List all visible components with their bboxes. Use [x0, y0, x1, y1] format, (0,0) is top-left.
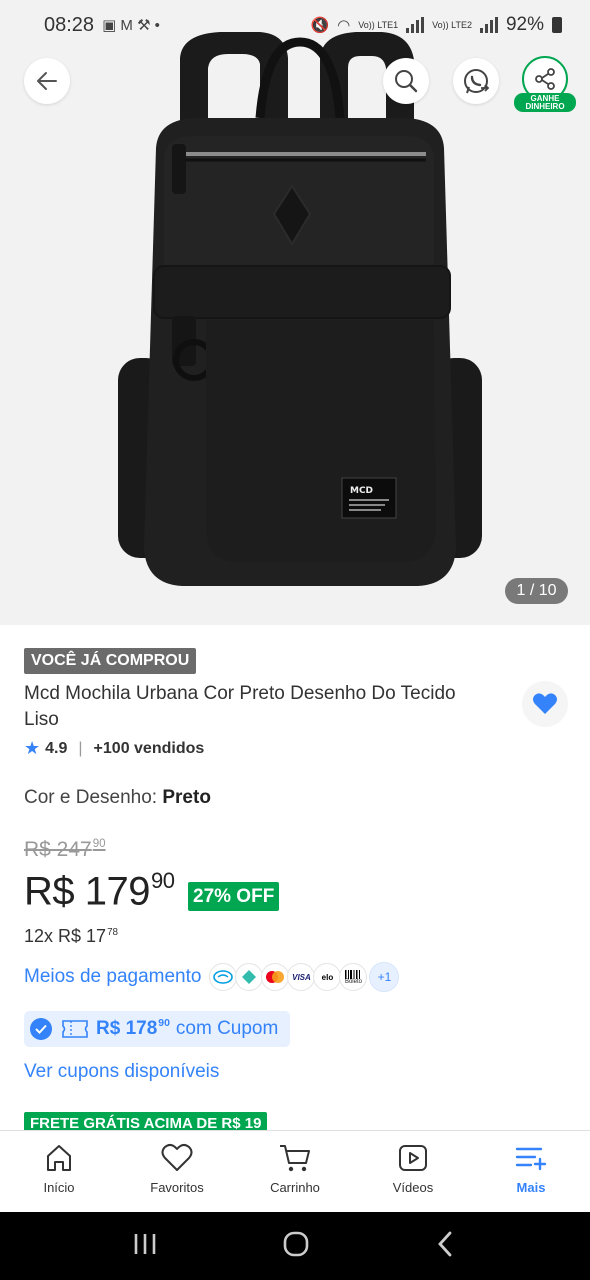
cart-icon	[280, 1145, 310, 1172]
coupon-price: R$ 17890	[96, 1018, 170, 1040]
variant-label: Cor e Desenho:	[24, 787, 163, 808]
image-counter: 1 / 10	[505, 578, 568, 604]
notification-icons: ▣ M ⚒ •	[102, 17, 160, 34]
price-value: R$ 179	[24, 869, 150, 914]
original-price: R$ 24790	[24, 838, 106, 862]
coupon-text: com Cupom	[175, 1018, 279, 1039]
nav-home-label: Início	[43, 1180, 75, 1195]
variant-selector[interactable]: Cor e Desenho: Preto	[24, 787, 211, 809]
brand-logo-text: MCD	[350, 486, 373, 496]
system-navigation-bar	[0, 1212, 590, 1280]
check-circle-icon	[30, 1018, 52, 1040]
nav-favorites[interactable]: Favoritos	[118, 1131, 236, 1212]
nav-videos-label: Vídeos	[392, 1180, 434, 1195]
search-button[interactable]	[383, 58, 429, 104]
battery-icon	[552, 17, 562, 33]
star-icon: ★	[24, 738, 41, 758]
arrow-left-icon	[37, 72, 57, 90]
menu-plus-icon	[515, 1147, 547, 1171]
product-gallery[interactable]: MCD 08:28 ▣ M ⚒ • 🔇 ◠ Vo)) LTE1 Vo)) LTE…	[0, 0, 590, 625]
nav-home[interactable]: Início	[0, 1131, 118, 1212]
search-icon	[395, 70, 418, 93]
original-price-value: R$ 247	[24, 838, 92, 861]
divider: |	[78, 739, 83, 757]
more-payment-methods[interactable]: +1	[369, 962, 400, 992]
original-price-cents: 90	[92, 838, 106, 851]
favorite-button[interactable]	[522, 681, 568, 727]
nav-more-label: Mais	[516, 1180, 546, 1195]
network-1-label: Vo)) LTE1	[358, 19, 399, 30]
whatsapp-share-button[interactable]	[453, 58, 499, 104]
nav-more[interactable]: Mais	[472, 1131, 590, 1212]
video-icon	[399, 1145, 427, 1171]
installments-cents: 78	[107, 926, 119, 938]
mute-icon: 🔇	[310, 17, 330, 34]
price-cents: 90	[150, 868, 175, 893]
bottom-navigation: Início Favoritos Carrinho Vídeos Mais	[0, 1130, 590, 1212]
pix-icon	[235, 963, 264, 991]
whatsapp-icon	[464, 68, 490, 94]
product-title: Mcd Mochila Urbana Cor Preto Desenho Do …	[24, 683, 456, 730]
see-coupons-link[interactable]: Ver cupons disponíveis	[24, 1061, 219, 1083]
signal-1-icon	[406, 17, 425, 33]
elo-icon: elo	[313, 963, 342, 991]
earn-money-badge: GANHE DINHEIRO	[514, 93, 576, 112]
ticket-icon	[62, 1020, 88, 1038]
network-2-label: Vo)) LTE2	[432, 19, 472, 30]
mercado-pago-icon	[209, 963, 238, 991]
purchased-tag: VOCÊ JÁ COMPROU	[24, 648, 197, 674]
sold-count: +100 vendidos	[93, 739, 205, 757]
rating-row[interactable]: ★ 4.9 | +100 vendidos	[24, 738, 204, 759]
boleto-label: Boleto	[344, 978, 362, 985]
home-circle-icon	[283, 1231, 309, 1256]
coupon-price-value: R$ 178	[96, 1018, 158, 1039]
payment-methods-row[interactable]: Meios de pagamento VISA elo Boleto +1	[24, 962, 400, 992]
boleto-icon: Boleto	[339, 963, 368, 991]
heart-icon	[161, 1143, 193, 1171]
home-icon	[47, 1145, 71, 1171]
nav-videos[interactable]: Vídeos	[354, 1131, 472, 1212]
recent-apps-icon	[134, 1233, 156, 1254]
share-icon	[535, 68, 555, 90]
discount-badge: 27% OFF	[188, 882, 280, 911]
wifi-icon: ◠	[337, 17, 351, 34]
product-image[interactable]: MCD	[110, 28, 490, 598]
current-price: R$ 17990	[24, 868, 175, 915]
variant-value: Preto	[162, 787, 211, 808]
status-time: 08:28	[44, 13, 95, 36]
payment-methods-link[interactable]: Meios de pagamento	[24, 966, 201, 988]
back-button[interactable]	[24, 58, 70, 104]
heart-filled-icon	[533, 693, 557, 714]
signal-2-icon	[479, 17, 498, 33]
nav-cart-label: Carrinho	[270, 1180, 320, 1195]
home-system-button[interactable]	[281, 1229, 311, 1264]
chevron-left-icon	[438, 1231, 452, 1256]
installments-value: 12x R$ 17	[24, 926, 107, 946]
recent-apps-button[interactable]	[131, 1231, 159, 1262]
coupon-price-cents: 90	[158, 1018, 170, 1030]
nav-favorites-label: Favoritos	[150, 1180, 204, 1195]
battery-text: 92%	[505, 14, 544, 35]
system-back-button[interactable]	[433, 1229, 459, 1264]
nav-cart[interactable]: Carrinho	[236, 1131, 354, 1212]
mastercard-icon	[261, 963, 290, 991]
visa-icon: VISA	[287, 963, 316, 991]
installments: 12x R$ 1778	[24, 926, 118, 947]
rating-value: 4.9	[45, 739, 68, 757]
status-bar: 08:28 ▣ M ⚒ • 🔇 ◠ Vo)) LTE1 Vo)) LTE2 92…	[0, 0, 590, 50]
coupon-price-chip[interactable]: R$ 17890 com Cupom	[24, 1011, 291, 1047]
